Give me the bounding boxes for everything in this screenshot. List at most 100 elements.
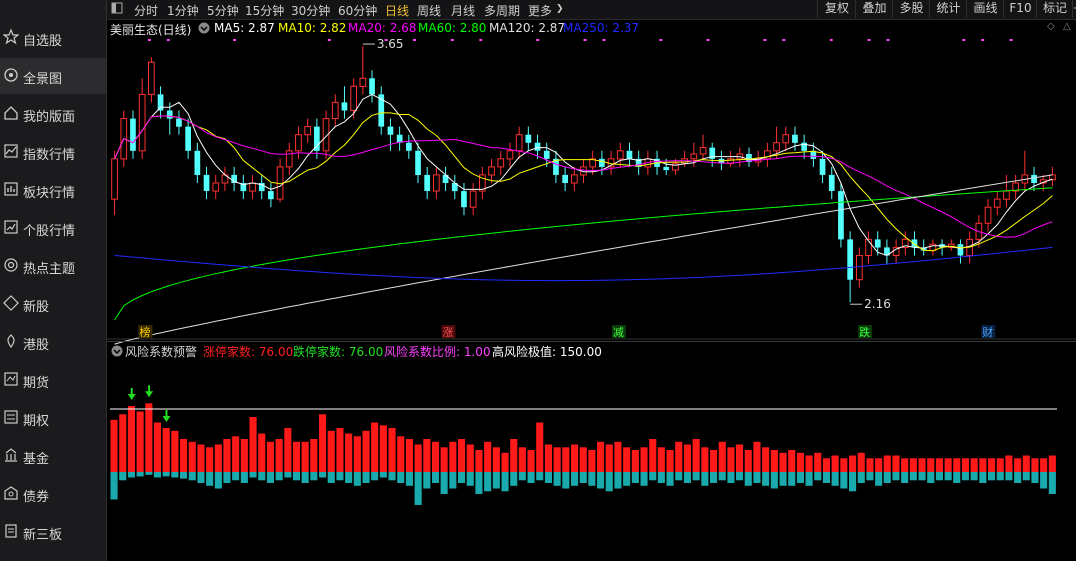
sidebar-item-label: 指数行情 — [23, 148, 76, 163]
risk-down-bar — [814, 472, 822, 481]
candle — [746, 147, 752, 167]
event-marker[interactable]: 榜 — [138, 325, 153, 339]
panel-toggle-icon[interactable] — [111, 1, 123, 18]
risk-up-bar — [562, 447, 570, 473]
sidebar-item-4[interactable]: 板块行情 — [0, 172, 106, 208]
signal-marker — [706, 39, 710, 41]
sidebar-item-12[interactable]: 债券 — [0, 476, 106, 512]
period-tab-1[interactable]: 1分钟 — [167, 2, 199, 19]
sidebar-item-9[interactable]: 期货 — [0, 362, 106, 398]
event-marker[interactable]: 减 — [611, 325, 626, 339]
sidebar-item-10[interactable]: 期权 — [0, 400, 106, 436]
risk-down-bar — [475, 472, 483, 494]
sidebar-item-5[interactable]: 个股行情 — [0, 210, 106, 246]
ma-value-3: MA60: 2.80 — [418, 21, 487, 35]
sidebar-item-1[interactable]: 全景图 — [0, 58, 106, 94]
risk-up-bar — [640, 447, 648, 473]
risk-down-bar — [266, 472, 274, 483]
toolbar-button-1[interactable]: 叠加 — [855, 0, 893, 18]
risk-value-1: 跌停家数: 76.00 — [293, 345, 384, 359]
toolbar-button-4[interactable]: 画线 — [966, 0, 1004, 18]
risk-down-bar — [379, 472, 387, 478]
candle — [562, 166, 568, 192]
candle — [331, 94, 339, 127]
risk-up-bar — [822, 458, 830, 473]
risk-down-bar — [206, 472, 214, 486]
period-tab-0[interactable]: 分时 — [134, 2, 158, 19]
risk-up-bar — [544, 444, 552, 472]
toolbar-button-5[interactable]: F10 — [1003, 0, 1037, 18]
period-tab-4[interactable]: 30分钟 — [291, 2, 330, 19]
risk-down-bar — [345, 472, 353, 483]
sidebar-item-7[interactable]: 新股 — [0, 286, 106, 322]
risk-down-bar — [970, 472, 978, 481]
candle — [442, 166, 449, 192]
risk-up-bar — [857, 452, 865, 473]
risk-down-bar — [909, 472, 917, 481]
candle — [406, 134, 412, 159]
risk-down-bar — [292, 472, 300, 481]
toolbar-button-3[interactable]: 统计 — [929, 0, 967, 18]
risk-up-bar — [605, 444, 613, 472]
period-tab-8[interactable]: 月线 — [451, 2, 475, 19]
signal-marker — [583, 39, 587, 41]
globe-icon — [4, 68, 18, 82]
risk-down-bar — [779, 472, 787, 486]
sidebar-item-8[interactable]: 港股 — [0, 324, 106, 360]
sidebar-item-13[interactable]: 新三板 — [0, 514, 106, 550]
risk-down-bar — [597, 472, 605, 489]
candle — [148, 57, 155, 103]
event-marker[interactable]: 跌 — [858, 325, 873, 339]
candle — [616, 142, 624, 167]
risk-up-bar — [840, 458, 848, 473]
toolbar-button-0[interactable]: 复权 — [817, 0, 856, 18]
toolbar-button-2[interactable]: 多股 — [892, 0, 930, 18]
sidebar-item-0[interactable]: 自选股 — [0, 20, 106, 56]
more-chevron-icon[interactable]: ❯ — [556, 4, 564, 14]
event-marker[interactable]: 涨 — [441, 325, 456, 339]
risk-up-bar — [423, 439, 431, 472]
risk-up-bar — [1040, 458, 1048, 473]
period-tab-6[interactable]: 日线 — [385, 2, 409, 19]
risk-down-bar — [501, 472, 509, 492]
indicator-dropdown-icon[interactable] — [198, 22, 210, 37]
sidebar-item-6[interactable]: 热点主题 — [0, 248, 106, 284]
signal-marker — [962, 39, 966, 41]
risk-down-bar — [727, 472, 735, 483]
index-chart-icon — [4, 144, 18, 158]
risk-down-bar — [258, 472, 266, 481]
sidebar-item-3[interactable]: 指数行情 — [0, 134, 106, 170]
candle — [699, 134, 707, 159]
period-tab-9[interactable]: 多周期 — [484, 2, 520, 19]
signal-marker — [233, 39, 237, 41]
period-tab-10[interactable]: 更多 — [528, 2, 552, 19]
toolbar-button-6[interactable]: 标记 — [1036, 0, 1073, 18]
risk-down-bar — [388, 472, 396, 481]
kline-chart[interactable]: 3.65 2.16 榜 涨 减 跌 财 — [107, 38, 1076, 561]
period-tab-5[interactable]: 60分钟 — [338, 2, 377, 19]
risk-indicator-title: 风险系数预警 — [125, 345, 198, 359]
risk-up-bar — [284, 428, 292, 472]
period-tab-3[interactable]: 15分钟 — [245, 2, 284, 19]
risk-down-bar — [171, 472, 179, 478]
toolbar-button-7[interactable]: +自 — [1072, 0, 1076, 18]
risk-down-bar — [614, 472, 622, 489]
risk-down-bar — [553, 472, 561, 486]
chevron-up-icon[interactable]: ◇ — [1047, 21, 1055, 32]
risk-down-bar — [666, 472, 674, 486]
indicator-dropdown-icon[interactable] — [111, 345, 123, 360]
period-tab-7[interactable]: 周线 — [417, 2, 441, 19]
triangle-up-icon[interactable]: △ — [1063, 21, 1071, 32]
sidebar-item-2[interactable]: 我的版面 — [0, 96, 106, 132]
candle — [856, 247, 863, 288]
event-marker[interactable]: 财 — [981, 325, 996, 339]
risk-down-bar — [484, 472, 492, 492]
sidebar-item-11[interactable]: 基金 — [0, 438, 106, 474]
risk-down-bar — [449, 472, 457, 489]
candle — [947, 239, 955, 251]
period-tab-2[interactable]: 5分钟 — [207, 2, 239, 19]
risk-down-bar — [310, 472, 318, 481]
risk-down-bar — [432, 472, 440, 483]
sidebar-item-label: 全景图 — [23, 72, 63, 87]
ma120-line — [114, 174, 1053, 345]
